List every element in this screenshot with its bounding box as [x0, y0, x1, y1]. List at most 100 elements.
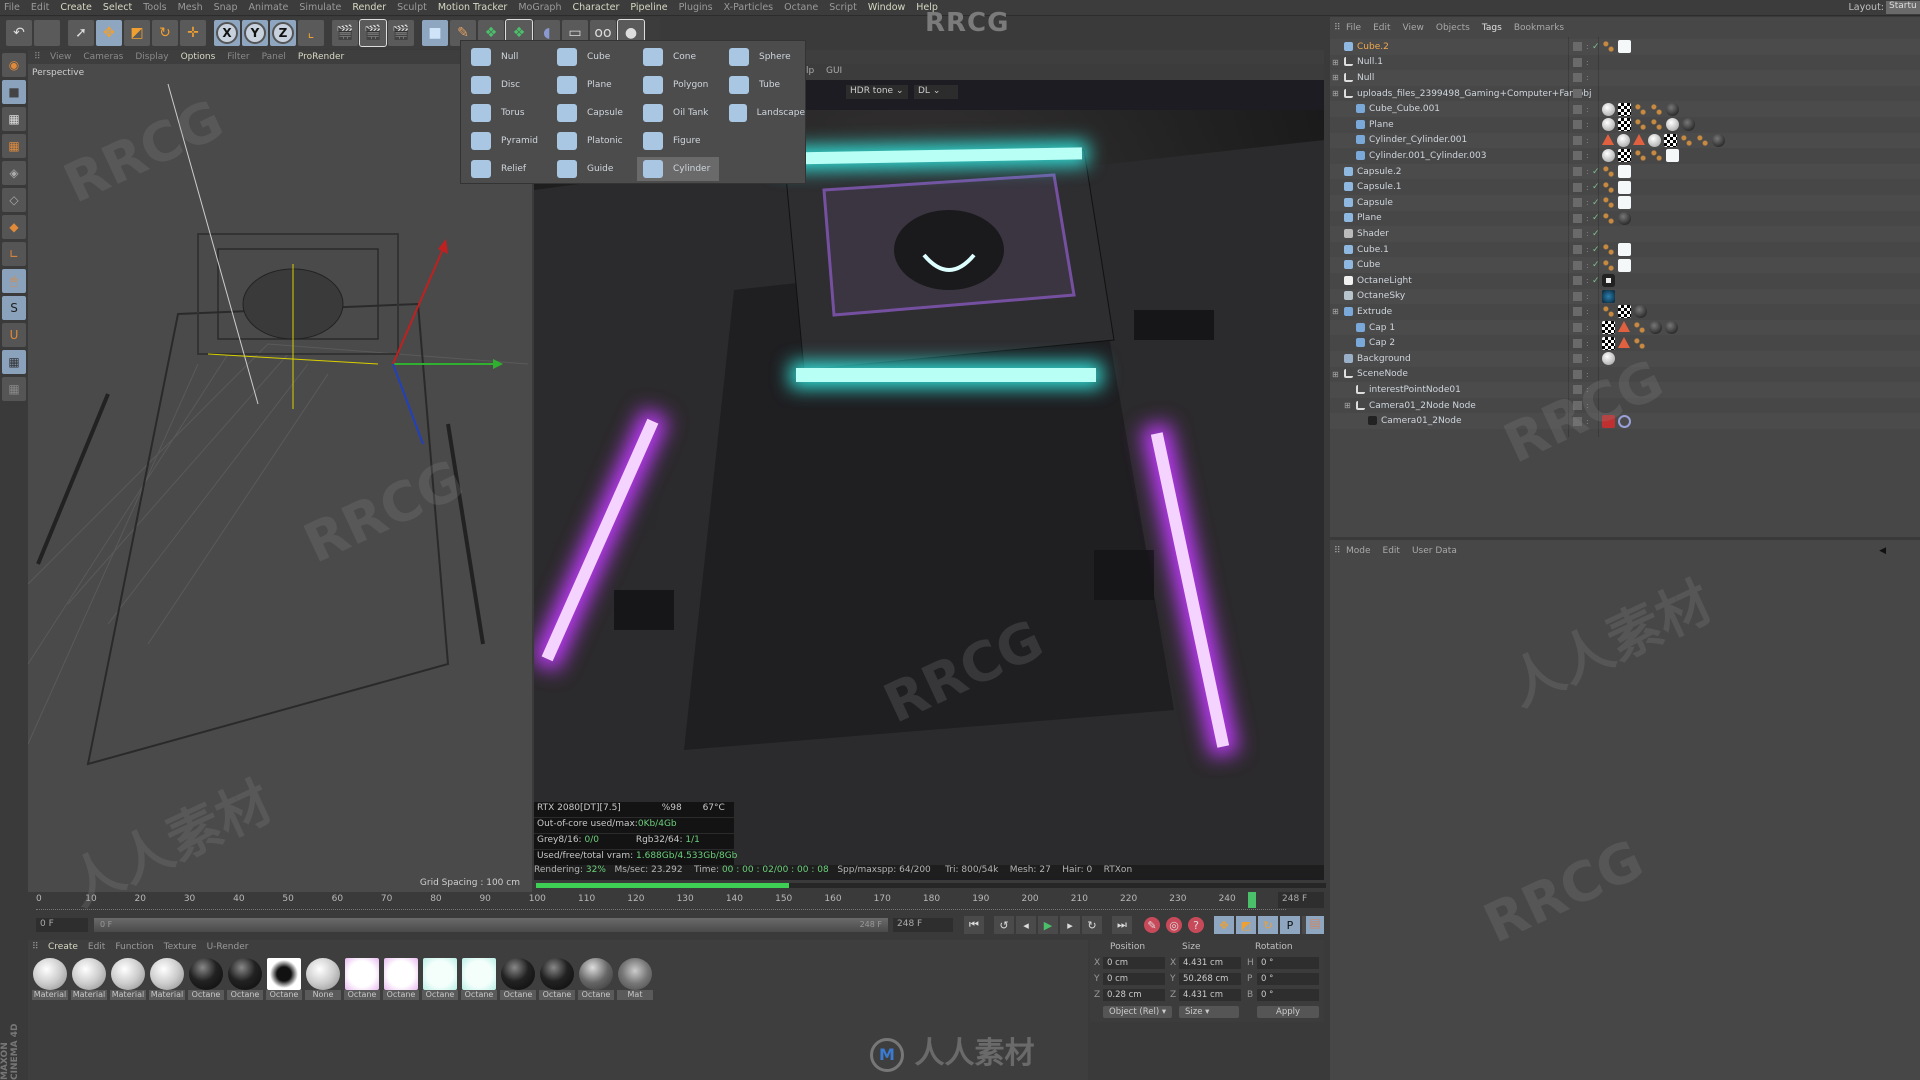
material-swatch[interactable]: Material	[110, 958, 146, 1002]
dots-tag-icon[interactable]	[1602, 243, 1615, 257]
material-swatch[interactable]: Mat	[617, 958, 653, 1002]
create-menu-item-relief[interactable]: Relief	[465, 157, 547, 181]
black-tag-icon[interactable]	[1712, 133, 1725, 147]
size-z-field[interactable]: 4.431 cm	[1179, 989, 1241, 1001]
dots-tag-icon[interactable]	[1634, 102, 1647, 116]
expand-toggle-icon[interactable]: ⊞	[1332, 89, 1339, 98]
material-swatch[interactable]: Octane	[266, 958, 302, 1002]
enabled-check-icon[interactable]: ✓	[1592, 167, 1600, 177]
make-editable-icon[interactable]: ◉	[2, 53, 26, 77]
layer-visibility-icon[interactable]	[1573, 198, 1582, 208]
next-key-icon[interactable]: ↻	[1082, 916, 1102, 934]
material-swatch[interactable]: Material	[71, 958, 107, 1002]
cube-primitive-icon[interactable]: ■	[422, 20, 448, 46]
x-axis-lock[interactable]: X	[214, 20, 240, 46]
material-swatch[interactable]: None	[305, 958, 341, 1002]
material-swatch[interactable]: Octane	[539, 958, 575, 1002]
editor-render-dots-icon[interactable]: :	[1586, 385, 1589, 394]
tweak-mode-icon[interactable]: 🖱	[2, 269, 26, 293]
chkr-tag-icon[interactable]	[1618, 149, 1631, 163]
menu-motion-tracker[interactable]: Motion Tracker	[438, 2, 508, 13]
material-swatch[interactable]: Octane	[422, 958, 458, 1002]
create-menu-item-figure[interactable]: Figure	[637, 129, 719, 153]
viewport-menu-view[interactable]: View	[50, 52, 71, 62]
tri-tag-icon[interactable]	[1633, 133, 1645, 145]
current-frame-field[interactable]: 0 F	[36, 918, 88, 932]
edges-mode-icon[interactable]: ◇	[2, 188, 26, 212]
menu-snap[interactable]: Snap	[214, 2, 238, 13]
black-tag-icon[interactable]	[1666, 102, 1679, 116]
expand-toggle-icon[interactable]: ⊞	[1332, 307, 1339, 316]
expand-toggle-icon[interactable]: ⊞	[1344, 401, 1351, 410]
enabled-check-icon[interactable]: ✓	[1592, 182, 1600, 192]
black-tag-icon[interactable]	[1618, 211, 1631, 225]
tone-dropdown[interactable]: HDR tone ⌄	[846, 85, 908, 99]
range-end-field[interactable]: 248 F	[893, 918, 953, 932]
create-menu-item-capsule[interactable]: Capsule	[551, 101, 633, 125]
back-arrow-icon[interactable]: ◀	[1879, 546, 1886, 556]
object-menu-objects[interactable]: Objects	[1436, 23, 1470, 33]
dots-tag-icon[interactable]	[1602, 196, 1615, 210]
layout-dropdown[interactable]: Startu	[1886, 1, 1920, 14]
render-view-icon[interactable]: 🎬	[332, 20, 358, 46]
layer-visibility-icon[interactable]	[1573, 182, 1582, 192]
expand-toggle-icon[interactable]: ⊞	[1332, 370, 1339, 379]
solo-icon[interactable]: S	[2, 296, 26, 320]
render-settings-icon[interactable]: 🎬	[388, 20, 414, 46]
key-scale-icon[interactable]: ◩	[1236, 916, 1256, 934]
coordinate-system-icon[interactable]: ⌞	[298, 20, 324, 46]
viewport-menu-options[interactable]: Options	[181, 52, 216, 62]
editor-render-dots-icon[interactable]: :	[1586, 151, 1589, 160]
dots-tag-icon[interactable]	[1634, 118, 1647, 132]
viewport-menu-filter[interactable]: Filter	[227, 52, 249, 62]
rotation-b-field[interactable]: 0 °	[1257, 989, 1319, 1001]
editor-render-dots-icon[interactable]: :	[1586, 120, 1589, 129]
editor-render-dots-icon[interactable]: :	[1586, 261, 1589, 270]
key-position-icon[interactable]: ✥	[1214, 916, 1234, 934]
viewport-menu-panel[interactable]: Panel	[262, 52, 286, 62]
dots-tag-icon[interactable]	[1634, 149, 1647, 163]
material-menu-u-render[interactable]: U-Render	[207, 942, 249, 952]
dots-tag-icon[interactable]	[1602, 165, 1615, 179]
object-row[interactable]: Capsule: ✓	[1330, 195, 1920, 211]
play-icon[interactable]: ▶	[1038, 916, 1058, 934]
ball-tag-icon[interactable]	[1648, 133, 1661, 147]
menu-window[interactable]: Window	[868, 2, 905, 13]
object-menu-edit[interactable]: Edit	[1373, 23, 1390, 33]
attribute-menu-user-data[interactable]: User Data	[1412, 546, 1457, 556]
create-menu-item-disc[interactable]: Disc	[465, 73, 547, 97]
target-tag-icon[interactable]	[1618, 414, 1631, 428]
editor-render-dots-icon[interactable]: :	[1586, 276, 1589, 285]
object-row[interactable]: ⊞ SceneNode:	[1330, 367, 1920, 383]
create-menu-item-oil-tank[interactable]: Oil Tank	[637, 101, 719, 125]
axis-mode-icon[interactable]: ∟	[2, 242, 26, 266]
layer-visibility-icon[interactable]	[1573, 120, 1582, 130]
preview-range-slider[interactable]: 0 F 248 F	[94, 918, 888, 932]
editor-render-dots-icon[interactable]: :	[1586, 73, 1589, 82]
dots-tag-icon[interactable]	[1680, 133, 1693, 147]
editor-render-dots-icon[interactable]: :	[1586, 58, 1589, 67]
ball-tag-icon[interactable]	[1602, 102, 1615, 116]
object-row[interactable]: OctaneLight: ✓	[1330, 273, 1920, 289]
layer-visibility-icon[interactable]	[1573, 369, 1582, 379]
object-row[interactable]: Cube_Cube.001:	[1330, 101, 1920, 117]
create-menu-item-guide[interactable]: Guide	[551, 157, 633, 181]
workplane-icon[interactable]: ▦	[2, 134, 26, 158]
size-x-field[interactable]: 4.431 cm	[1179, 957, 1241, 969]
editor-render-dots-icon[interactable]: :	[1586, 401, 1589, 410]
layer-visibility-icon[interactable]	[1573, 42, 1582, 52]
playhead-handle[interactable]	[1248, 892, 1257, 908]
dots-tag-icon[interactable]	[1696, 133, 1709, 147]
material-swatch[interactable]: Material	[32, 958, 68, 1002]
previous-key-icon[interactable]: ↺	[994, 916, 1014, 934]
position-y-field[interactable]: 0 cm	[1103, 973, 1165, 985]
y-axis-lock[interactable]: Y	[242, 20, 268, 46]
tri-tag-icon[interactable]	[1618, 336, 1630, 348]
menu-file[interactable]: File	[4, 2, 20, 13]
ball-tag-icon[interactable]	[1617, 133, 1630, 147]
rotation-p-field[interactable]: 0 °	[1257, 973, 1319, 985]
editor-render-dots-icon[interactable]: :	[1586, 292, 1589, 301]
menu-mesh[interactable]: Mesh	[178, 2, 203, 13]
object-row[interactable]: interestPointNode01:	[1330, 382, 1920, 398]
chkr-tag-icon[interactable]	[1602, 321, 1615, 335]
